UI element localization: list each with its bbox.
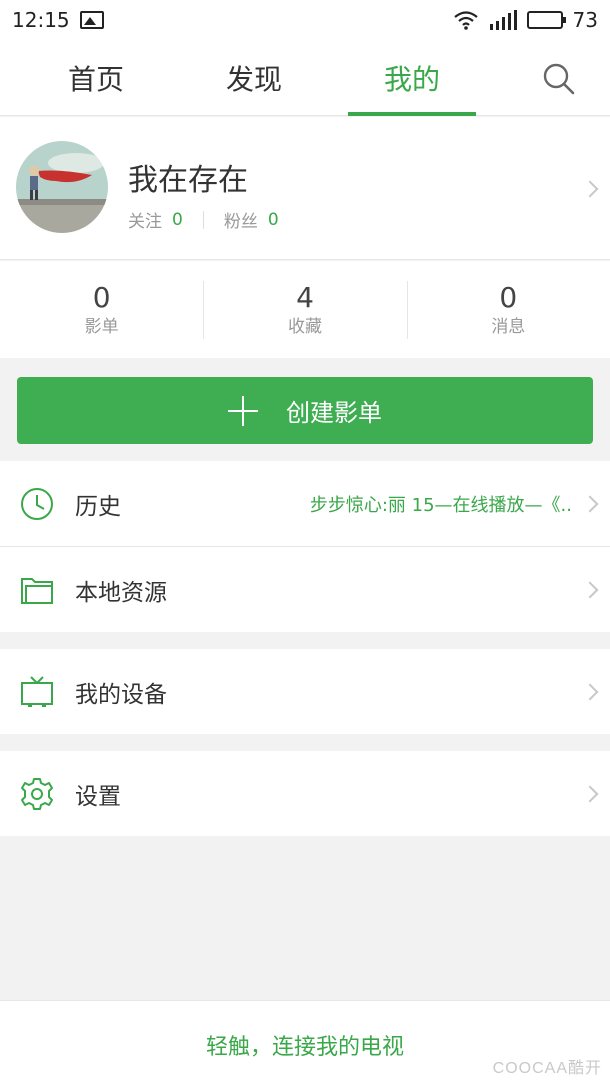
tab-home[interactable]: 首页 xyxy=(32,40,160,116)
signal-icon xyxy=(489,10,517,30)
plus-icon xyxy=(228,395,258,426)
menu-label: 本地资源 xyxy=(75,579,167,606)
follow-stats: 关注 0 粉丝 0 xyxy=(128,207,279,233)
follow-count: 0 xyxy=(172,209,183,230)
stat-label: 收藏 xyxy=(287,317,322,337)
profile-card[interactable]: 我在存在 关注 0 粉丝 0 xyxy=(0,117,610,260)
stat-label: 影单 xyxy=(84,317,119,337)
stat-value: 0 xyxy=(92,281,111,314)
top-navigation: 首页 发现 我的 xyxy=(0,40,610,116)
menu-item-local-resources[interactable]: 本地资源 xyxy=(0,547,610,632)
avatar[interactable] xyxy=(16,141,108,233)
stat-messages[interactable]: 0 消息 xyxy=(406,261,610,358)
menu-label: 我的设备 xyxy=(75,681,167,708)
create-playlist-label: 创建影单 xyxy=(286,399,382,427)
folder-icon xyxy=(21,577,53,604)
menu-item-settings[interactable]: 设置 xyxy=(0,751,610,836)
image-notification-icon xyxy=(79,11,104,29)
status-bar: 12:15 73 xyxy=(0,0,610,40)
fans-label: 粉丝 xyxy=(223,212,258,232)
history-last-played: 步步惊心:丽 15—在线播放—《.. xyxy=(309,494,572,516)
follow-separator xyxy=(202,210,204,229)
battery-icon xyxy=(526,11,566,29)
menu-label: 设置 xyxy=(75,783,121,810)
gear-icon xyxy=(21,777,53,810)
status-time: 12:15 xyxy=(12,8,70,32)
connect-tv-bar[interactable]: 轻触，连接我的电视 COOCAA酷开 xyxy=(0,1000,610,1084)
fans-count: 0 xyxy=(267,209,279,230)
menu-label: 历史 xyxy=(75,493,121,520)
clock-icon xyxy=(21,487,53,520)
watermark-logo: COOCAA酷开 xyxy=(492,1060,602,1077)
tab-mine[interactable]: 我的 xyxy=(348,40,476,116)
stat-value: 0 xyxy=(499,281,518,314)
profile-username: 我在存在 xyxy=(128,163,248,198)
create-playlist-button[interactable]: 创建影单 xyxy=(17,377,593,444)
tv-icon xyxy=(21,675,53,707)
chevron-right-icon xyxy=(581,683,599,701)
battery-level: 73 xyxy=(572,8,598,32)
stat-favorites[interactable]: 4 收藏 xyxy=(203,261,406,358)
chevron-right-icon xyxy=(581,180,599,198)
stat-label: 消息 xyxy=(491,317,526,337)
stat-playlists[interactable]: 0 影单 xyxy=(0,261,203,358)
menu-item-my-devices[interactable]: 我的设备 xyxy=(0,649,610,734)
search-icon[interactable] xyxy=(542,62,576,96)
stat-value: 4 xyxy=(296,281,314,314)
follow-label: 关注 xyxy=(128,212,162,232)
stats-bar: 0 影单 4 收藏 0 消息 xyxy=(0,261,610,358)
active-tab-indicator xyxy=(348,112,476,116)
chevron-right-icon xyxy=(581,581,599,599)
tab-discover[interactable]: 发现 xyxy=(190,40,318,116)
menu-item-history[interactable]: 历史 步步惊心:丽 15—在线播放—《.. xyxy=(0,461,610,546)
chevron-right-icon xyxy=(581,785,599,803)
chevron-right-icon xyxy=(581,495,599,513)
wifi-icon xyxy=(453,11,478,30)
